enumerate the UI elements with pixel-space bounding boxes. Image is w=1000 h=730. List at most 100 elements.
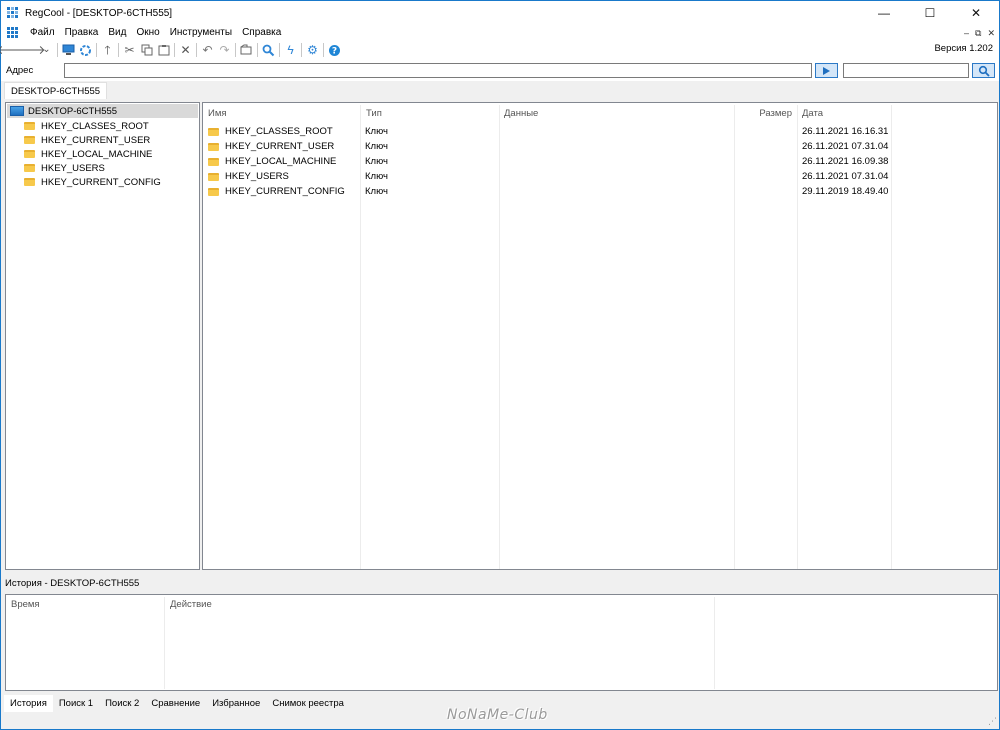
paste-button[interactable]	[155, 42, 172, 58]
tab-favorites[interactable]: Избранное	[206, 695, 266, 712]
tree-item-label: HKEY_CURRENT_CONFIG	[41, 176, 161, 188]
history-column-time[interactable]: Время	[11, 599, 40, 610]
menu-view[interactable]: Вид	[103, 25, 131, 41]
redo-button[interactable]: ↷	[216, 42, 233, 58]
table-row[interactable]: HKEY_CURRENT_USER Ключ 26.11.2021 07.31.…	[203, 139, 997, 154]
settings-button[interactable]: ⚙	[304, 42, 321, 58]
address-input[interactable]	[64, 63, 812, 78]
tree-item-label: HKEY_CURRENT_USER	[41, 134, 151, 146]
tab-search-2[interactable]: Поиск 2	[99, 695, 145, 712]
new-key-button[interactable]	[238, 42, 255, 58]
column-header-date[interactable]: Дата	[797, 106, 890, 122]
search-icon	[978, 65, 990, 77]
resize-grip-icon[interactable]: ⋰	[988, 716, 997, 727]
go-to-address-button[interactable]	[815, 63, 838, 78]
row-name: HKEY_CURRENT_CONFIG	[225, 186, 345, 197]
row-name: HKEY_LOCAL_MACHINE	[225, 156, 337, 167]
tree-item-label: HKEY_CLASSES_ROOT	[41, 120, 149, 132]
toolbar-separator	[96, 43, 97, 57]
undo-icon: ↶	[202, 43, 213, 57]
menu-file[interactable]: Файл	[25, 25, 60, 41]
row-date: 26.11.2021 16.16.31	[802, 126, 889, 137]
cut-button[interactable]: ✂	[121, 42, 138, 58]
column-header-size[interactable]: Размер	[734, 106, 796, 122]
table-row[interactable]: HKEY_CLASSES_ROOT Ключ 26.11.2021 16.16.…	[203, 124, 997, 139]
tree-root-computer[interactable]: DESKTOP-6CTH555	[7, 104, 198, 118]
toolbar-separator	[279, 43, 280, 57]
column-header-data[interactable]: Данные	[499, 106, 733, 122]
horizontal-splitter[interactable]	[1, 572, 999, 575]
maximize-button[interactable]: ☐	[907, 1, 953, 25]
menu-window[interactable]: Окно	[131, 25, 164, 41]
folder-icon	[24, 178, 35, 186]
refresh-icon	[80, 44, 91, 56]
menu-edit[interactable]: Правка	[60, 25, 104, 41]
mdi-close-button[interactable]: ✕	[987, 28, 995, 39]
history-dropdown-button[interactable]: ⌄	[38, 42, 55, 58]
mdi-restore-button[interactable]: ⧉	[975, 28, 981, 39]
tab-compare[interactable]: Сравнение	[145, 695, 206, 712]
tree-item-hklm[interactable]: HKEY_LOCAL_MACHINE	[24, 147, 152, 161]
row-name: HKEY_USERS	[225, 171, 289, 182]
tab-history[interactable]: История	[4, 694, 53, 712]
table-row[interactable]: HKEY_LOCAL_MACHINE Ключ 26.11.2021 16.09…	[203, 154, 997, 169]
mdi-child-icon[interactable]	[7, 27, 19, 39]
toolbar-separator	[174, 43, 175, 57]
delete-button[interactable]: ✕	[177, 42, 194, 58]
menu-help[interactable]: Справка	[237, 25, 286, 41]
title-bar[interactable]: RegCool - [DESKTOP-6CTH555] — ☐ ✕	[1, 1, 999, 25]
toolbar-separator	[57, 43, 58, 57]
forward-button[interactable]: 🡒	[13, 42, 45, 58]
chevron-down-icon: ⌄	[42, 44, 51, 55]
regcool-app-icon[interactable]	[7, 7, 19, 19]
app-window: RegCool - [DESKTOP-6CTH555] — ☐ ✕ Файл П…	[0, 0, 1000, 730]
registry-list-view[interactable]: Имя Тип Данные Размер Дата HKEY_CLASSES_…	[202, 102, 998, 570]
find-button[interactable]	[260, 42, 277, 58]
copy-button[interactable]	[138, 42, 155, 58]
tree-item-hkcc[interactable]: HKEY_CURRENT_CONFIG	[24, 175, 161, 189]
gear-icon: ⚙	[307, 43, 318, 57]
minimize-button[interactable]: —	[861, 1, 907, 25]
close-button[interactable]: ✕	[953, 1, 999, 25]
tab-registry-snapshot[interactable]: Снимок реестра	[266, 695, 350, 712]
help-button[interactable]: ?	[326, 42, 343, 58]
compare-button[interactable]: ϟ	[282, 42, 299, 58]
history-column-action[interactable]: Действие	[170, 599, 212, 610]
tree-item-label: HKEY_LOCAL_MACHINE	[41, 148, 153, 160]
menu-tools[interactable]: Инструменты	[165, 25, 237, 41]
row-type: Ключ	[365, 186, 388, 197]
column-header-type[interactable]: Тип	[361, 106, 500, 122]
tab-search-1[interactable]: Поиск 1	[53, 695, 99, 712]
computer-button[interactable]	[60, 42, 77, 58]
toolbar: 🡐 🡒 ⌄ 🡑 ✂ ✕ ↶ ↷ ϟ ⚙ ?	[0, 41, 999, 59]
address-bar: Адрес	[1, 59, 999, 81]
table-row[interactable]: HKEY_CURRENT_CONFIG Ключ 29.11.2019 18.4…	[203, 184, 997, 199]
tree-item-hku[interactable]: HKEY_USERS	[24, 161, 105, 175]
table-row[interactable]: HKEY_USERS Ключ 26.11.2021 07.31.04	[203, 169, 997, 184]
column-header-name[interactable]: Имя	[203, 106, 360, 122]
refresh-button[interactable]	[77, 42, 94, 58]
search-input[interactable]	[843, 63, 969, 78]
tree-item-label: HKEY_USERS	[41, 162, 105, 174]
tab-desktop[interactable]: DESKTOP-6CTH555	[4, 82, 108, 99]
search-button[interactable]	[972, 63, 995, 78]
history-panel-title: История - DESKTOP-6CTH555	[5, 578, 140, 589]
history-list[interactable]: Время Действие	[5, 594, 998, 691]
address-label: Адрес	[6, 65, 34, 76]
row-date: 29.11.2019 18.49.40	[802, 186, 889, 197]
folder-icon	[24, 150, 35, 158]
delete-x-icon: ✕	[180, 43, 191, 57]
up-button[interactable]: 🡑	[99, 42, 116, 58]
tree-item-hkcu[interactable]: HKEY_CURRENT_USER	[24, 133, 150, 147]
arrow-up-icon: 🡑	[104, 43, 111, 57]
tree-item-hkcr[interactable]: HKEY_CLASSES_ROOT	[24, 119, 149, 133]
mdi-minimize-button[interactable]: –	[964, 28, 969, 38]
row-type: Ключ	[365, 141, 388, 152]
registry-tree[interactable]: DESKTOP-6CTH555 HKEY_CLASSES_ROOT HKEY_C…	[5, 102, 200, 570]
toolbar-separator	[323, 43, 324, 57]
undo-button[interactable]: ↶	[199, 42, 216, 58]
folder-icon	[24, 122, 35, 130]
row-date: 26.11.2021 16.09.38	[802, 156, 889, 167]
folder-icon	[208, 187, 219, 196]
window-title: RegCool - [DESKTOP-6CTH555]	[25, 7, 173, 19]
